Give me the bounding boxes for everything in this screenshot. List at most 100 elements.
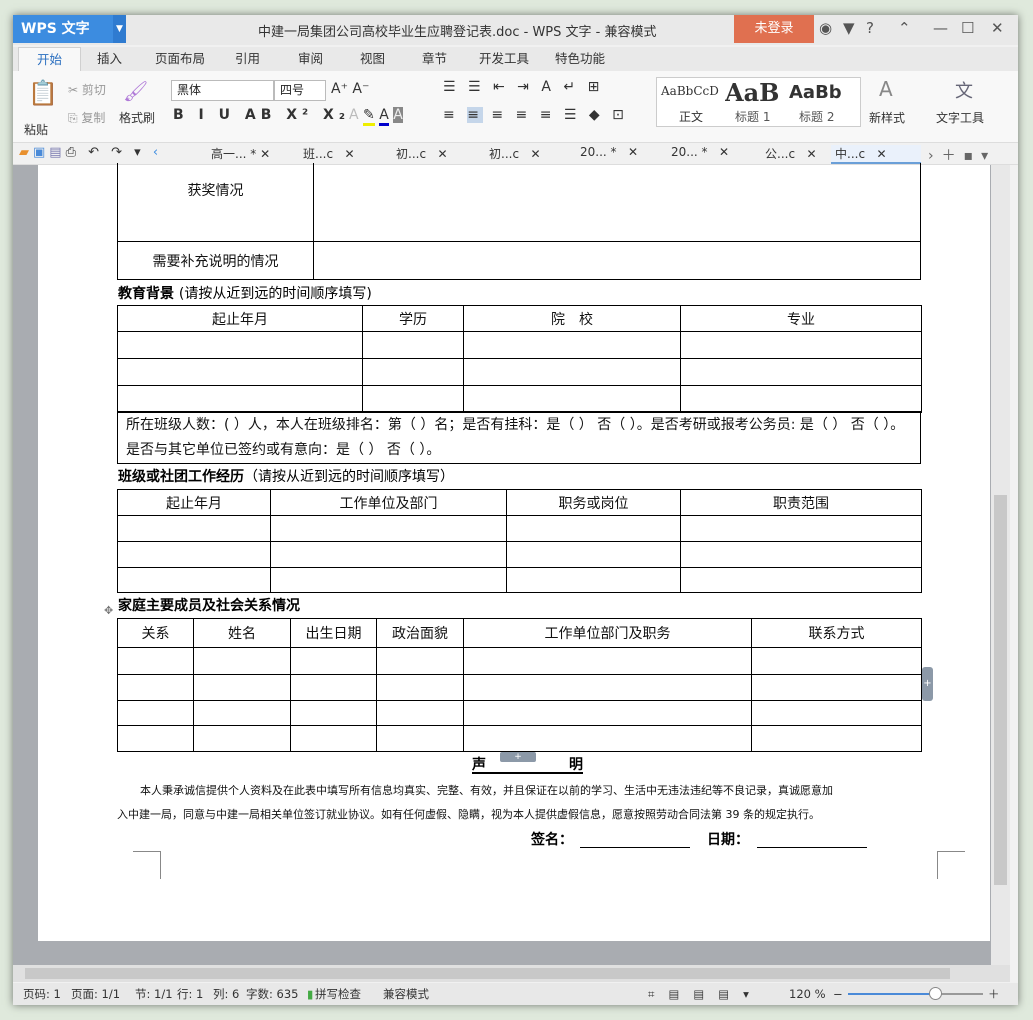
table-cell[interactable] [117, 385, 363, 413]
add-row-icon[interactable]: + [500, 752, 536, 762]
style-h1-preview[interactable]: AaB [725, 78, 785, 107]
doc-tab[interactable]: 初...c ✕ [489, 145, 541, 162]
table-cell[interactable] [270, 515, 507, 542]
table-cell[interactable] [290, 725, 377, 752]
tab-references[interactable]: 引用 [235, 47, 260, 71]
maximize-icon[interactable]: ☐ [961, 19, 974, 37]
wps-menu-button[interactable]: WPS 文字 [13, 15, 126, 43]
paste-icon[interactable]: 📋 [28, 79, 58, 107]
doc-tab[interactable]: 高一... * ✕ [211, 145, 270, 162]
table-cell[interactable] [117, 700, 194, 726]
login-button[interactable]: 未登录 [734, 15, 814, 43]
table-cell[interactable] [193, 700, 291, 726]
shirt-icon[interactable]: ▼ [843, 19, 855, 37]
table-cell[interactable] [117, 725, 194, 752]
table-cell[interactable] [117, 358, 363, 386]
table-cell[interactable] [463, 385, 681, 413]
help-icon[interactable]: ? [866, 19, 874, 37]
table-cell[interactable] [463, 647, 752, 675]
table-cell[interactable] [270, 541, 507, 568]
doc-tab[interactable]: 20... * ✕ [671, 145, 729, 159]
table-cell[interactable] [376, 700, 464, 726]
table-cell[interactable] [680, 567, 922, 593]
chevron-down-icon[interactable]: ▼ [113, 15, 126, 43]
cut-button[interactable]: ✂ 剪切 [68, 81, 106, 98]
word-count[interactable]: 字数: 635 [246, 983, 298, 1005]
scroll-thumb[interactable] [994, 495, 1007, 885]
table-cell[interactable] [117, 647, 194, 675]
table-cell[interactable] [117, 674, 194, 701]
table-cell[interactable] [290, 674, 377, 701]
new-style-button[interactable]: 新样式 [869, 109, 905, 126]
table-cell[interactable] [376, 647, 464, 675]
font-format-buttons[interactable]: B I U AB X² X₂ [173, 107, 350, 123]
table-cell[interactable] [506, 515, 681, 542]
doc-tab[interactable]: 20... * ✕ [580, 145, 638, 159]
horizontal-scrollbar[interactable] [13, 965, 1010, 982]
skin-icon[interactable]: ◉ [819, 19, 832, 37]
minimize-icon[interactable]: — [933, 19, 948, 37]
table-cell[interactable] [463, 674, 752, 701]
tab-features[interactable]: 特色功能 [555, 47, 605, 71]
scroll-thumb[interactable] [25, 968, 950, 979]
table-cell[interactable] [751, 725, 922, 752]
style-normal[interactable]: 正文 [679, 108, 703, 125]
table-cell[interactable] [751, 674, 922, 701]
style-h1[interactable]: 标题 1 [735, 108, 770, 125]
table-cell[interactable] [290, 647, 377, 675]
zoom-in-icon[interactable]: ＋ [988, 983, 1000, 1005]
table-cell[interactable] [376, 674, 464, 701]
extra-cell[interactable] [313, 241, 921, 280]
vertical-scrollbar[interactable] [991, 165, 1010, 965]
zoom-slider-handle[interactable] [929, 987, 943, 1000]
table-cell[interactable] [362, 358, 464, 386]
table-cell[interactable] [751, 647, 922, 675]
font-select[interactable]: 黑体 [171, 80, 274, 101]
table-cell[interactable] [376, 725, 464, 752]
format-painter-button[interactable]: 格式刷 [119, 109, 155, 126]
edu-info[interactable]: 所在班级人数：( ）人，本人在班级排名：第（ ）名；是否有挂科：是（ ） 否（ … [117, 411, 921, 464]
table-cell[interactable] [117, 515, 271, 542]
style-h2[interactable]: 标题 2 [799, 108, 834, 125]
table-cell[interactable] [680, 541, 922, 568]
new-style-icon[interactable]: A [879, 77, 893, 101]
copy-button[interactable]: ⎘ 复制 [68, 109, 105, 126]
table-cell[interactable] [680, 515, 922, 542]
table-cell[interactable] [463, 331, 681, 359]
tab-controls[interactable]: ›＋▪▾ [928, 145, 996, 165]
text-tools-button[interactable]: 文字工具 [936, 109, 984, 126]
table-cell[interactable] [463, 700, 752, 726]
table-cell[interactable] [680, 358, 922, 386]
table-move-icon[interactable]: ✥ [104, 604, 113, 617]
doc-tab[interactable]: 班...c ✕ [303, 145, 355, 162]
table-cell[interactable] [270, 567, 507, 593]
table-cell[interactable] [751, 700, 922, 726]
table-cell[interactable] [506, 541, 681, 568]
text-tools-icon[interactable]: 文 [955, 77, 973, 103]
style-h2-preview[interactable]: AaBb [789, 82, 849, 103]
table-cell[interactable] [463, 358, 681, 386]
tab-view[interactable]: 视图 [360, 47, 385, 71]
font-size-select[interactable]: 四号 [274, 80, 326, 101]
tab-developer[interactable]: 开发工具 [479, 47, 529, 71]
tab-review[interactable]: 审阅 [298, 47, 323, 71]
tab-chapter[interactable]: 章节 [422, 47, 447, 71]
spell-check[interactable]: 拼写检查 [315, 983, 361, 1005]
date-line[interactable] [757, 847, 867, 848]
table-cell[interactable] [290, 700, 377, 726]
quick-access-icons[interactable]: ▰▣▤⎙ ↶ ↷ ▾ ‹ [19, 145, 162, 160]
table-cell[interactable] [193, 647, 291, 675]
doc-tab[interactable]: 公...c ✕ [765, 145, 817, 162]
table-cell[interactable] [680, 331, 922, 359]
zoom-out-icon[interactable]: − [833, 983, 843, 1005]
list-icons[interactable]: ☰ ☰ ⇤ ⇥ A ↵ ⊞ [443, 79, 603, 95]
view-mode-icons[interactable]: ⌗▤▤▤▾ [648, 983, 763, 1005]
tab-layout[interactable]: 页面布局 [155, 47, 205, 71]
zoom-slider[interactable] [848, 993, 983, 995]
table-cell[interactable] [193, 725, 291, 752]
table-cell[interactable] [506, 567, 681, 593]
tab-home[interactable]: 开始 [18, 47, 82, 71]
table-cell[interactable] [117, 331, 363, 359]
style-normal-preview[interactable]: AaBbCcD [661, 84, 719, 98]
doc-tab[interactable]: 初...c ✕ [396, 145, 448, 162]
